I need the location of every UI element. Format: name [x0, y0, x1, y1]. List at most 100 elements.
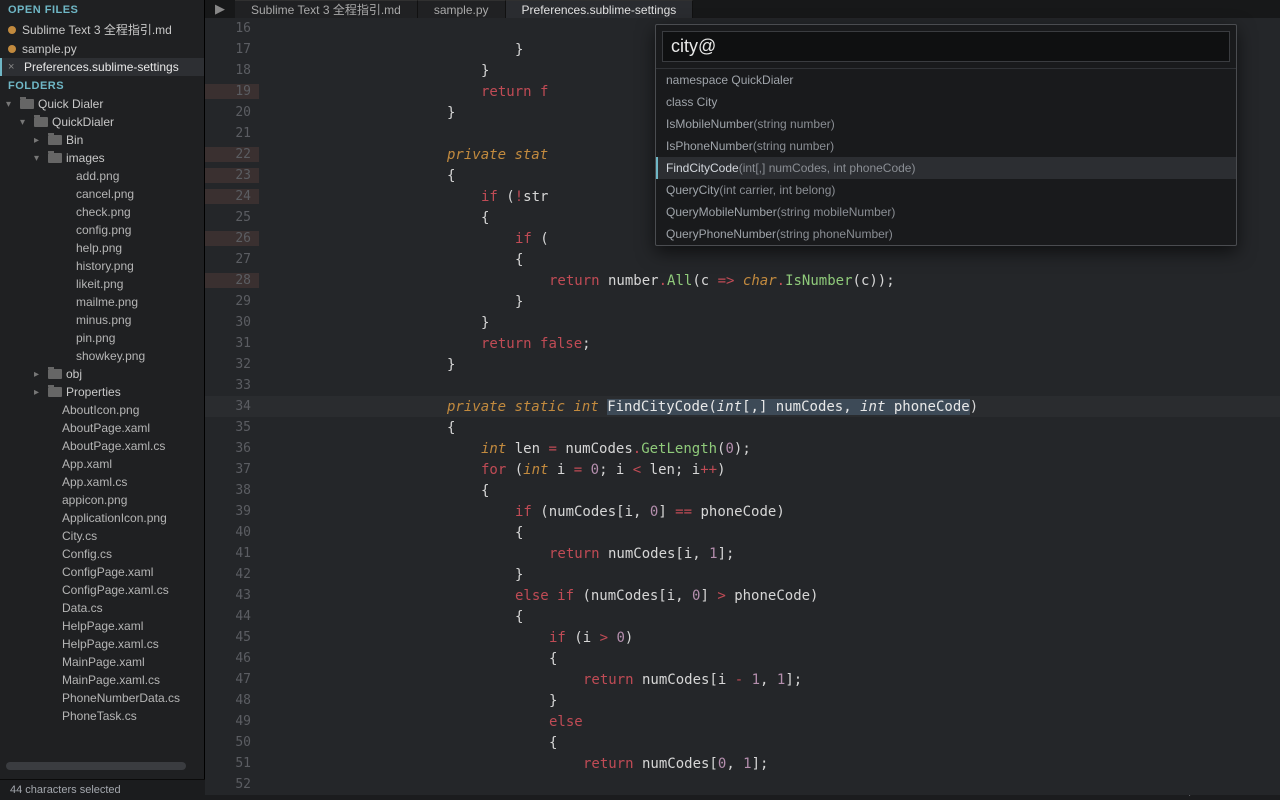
file-item[interactable]: App.xaml.cs	[0, 473, 204, 491]
code-line[interactable]: 45if (i > 0)	[205, 627, 1280, 648]
folder-row[interactable]: ▸ obj	[0, 365, 204, 383]
code-line[interactable]: 44{	[205, 606, 1280, 627]
file-item[interactable]: PhoneTask.cs	[0, 707, 204, 725]
folder-row[interactable]: ▾images	[0, 149, 204, 167]
code-line[interactable]: 52	[205, 774, 1280, 795]
code-line[interactable]: 50{	[205, 732, 1280, 753]
code-line[interactable]: 37for (int i = 0; i < len; i++)	[205, 459, 1280, 480]
file-item[interactable]: Config.cs	[0, 545, 204, 563]
code-line[interactable]: 31return false;	[205, 333, 1280, 354]
goto-item[interactable]: namespace QuickDialer	[656, 69, 1236, 91]
goto-item[interactable]: QueryCity(int carrier, int belong)	[656, 179, 1236, 201]
file-item[interactable]: mailme.png	[0, 293, 204, 311]
chevron-right-icon[interactable]: ▸	[34, 387, 44, 398]
code-line[interactable]: 27{	[205, 249, 1280, 270]
goto-item[interactable]: FindCityCode(int[,] numCodes, int phoneC…	[656, 157, 1236, 179]
code-line[interactable]: 39if (numCodes[i, 0] == phoneCode)	[205, 501, 1280, 522]
chevron-right-icon[interactable]: ▸	[34, 135, 44, 146]
code-line[interactable]: 51return numCodes[0, 1];	[205, 753, 1280, 774]
code-line[interactable]: 47return numCodes[i - 1, 1];	[205, 669, 1280, 690]
dirty-indicator-icon	[8, 45, 16, 53]
file-item[interactable]: HelpPage.xaml	[0, 617, 204, 635]
goto-input[interactable]	[662, 31, 1230, 62]
goto-item[interactable]: IsMobileNumber(string number)	[656, 113, 1236, 135]
code-line[interactable]: 33	[205, 375, 1280, 396]
file-item[interactable]: showkey.png	[0, 347, 204, 365]
tab[interactable]: Sublime Text 3 全程指引.md	[235, 0, 418, 18]
file-item[interactable]: App.xaml	[0, 455, 204, 473]
open-file-item[interactable]: ×Preferences.sublime-settings	[0, 58, 204, 76]
file-item[interactable]: HelpPage.xaml.cs	[0, 635, 204, 653]
file-item[interactable]: add.png	[0, 167, 204, 185]
file-item[interactable]: minus.png	[0, 311, 204, 329]
line-number: 52	[205, 777, 259, 792]
code-line[interactable]: 43else if (numCodes[i, 0] > phoneCode)	[205, 585, 1280, 606]
file-item[interactable]: appicon.png	[0, 491, 204, 509]
file-item[interactable]: Data.cs	[0, 599, 204, 617]
code-text: private static int FindCityCode(int[,] n…	[277, 399, 1280, 415]
goto-item[interactable]: QueryPhoneNumber(string phoneNumber)	[656, 223, 1236, 245]
folder-row[interactable]: ▾Quick Dialer	[0, 95, 204, 113]
file-item[interactable]: AboutPage.xaml	[0, 419, 204, 437]
open-file-item[interactable]: sample.py	[0, 40, 204, 58]
code-line[interactable]: 35{	[205, 417, 1280, 438]
file-item[interactable]: City.cs	[0, 527, 204, 545]
code-text: return numCodes[0, 1];	[277, 756, 1280, 772]
chevron-down-icon[interactable]: ▾	[34, 153, 44, 164]
goto-item[interactable]: QueryMobileNumber(string mobileNumber)	[656, 201, 1236, 223]
code-line[interactable]: 42}	[205, 564, 1280, 585]
file-item[interactable]: history.png	[0, 257, 204, 275]
file-item[interactable]: MainPage.xaml.cs	[0, 671, 204, 689]
code-line[interactable]: 34private static int FindCityCode(int[,]…	[205, 396, 1280, 417]
code-line[interactable]: 29}	[205, 291, 1280, 312]
code-line[interactable]: 38{	[205, 480, 1280, 501]
tab[interactable]: Preferences.sublime-settings	[506, 0, 694, 18]
file-item[interactable]: pin.png	[0, 329, 204, 347]
line-number: 18	[205, 63, 259, 78]
goto-item-label: class City	[666, 95, 717, 109]
code-line[interactable]: 41return numCodes[i, 1];	[205, 543, 1280, 564]
line-number: 25	[205, 210, 259, 225]
line-number: 23	[205, 168, 259, 183]
code-line[interactable]: 46{	[205, 648, 1280, 669]
code-line[interactable]: 28return number.All(c => char.IsNumber(c…	[205, 270, 1280, 291]
code-line[interactable]: 30}	[205, 312, 1280, 333]
open-file-item[interactable]: Sublime Text 3 全程指引.md	[0, 19, 204, 40]
goto-item[interactable]: IsPhoneNumber(string number)	[656, 135, 1236, 157]
file-item[interactable]: PhoneNumberData.cs	[0, 689, 204, 707]
code-text: return false;	[277, 336, 1280, 352]
file-item[interactable]: AboutIcon.png	[0, 401, 204, 419]
code-line[interactable]: 36int len = numCodes.GetLength(0);	[205, 438, 1280, 459]
line-number: 42	[205, 567, 259, 582]
folder-row[interactable]: ▾QuickDialer	[0, 113, 204, 131]
sidebar-scrollbar[interactable]	[6, 762, 186, 770]
code-line[interactable]: 48}	[205, 690, 1280, 711]
close-icon[interactable]: ×	[8, 61, 18, 73]
editor[interactable]: 1617}18}19return f20}2122private stat23{…	[205, 18, 1280, 795]
file-item[interactable]: MainPage.xaml	[0, 653, 204, 671]
code-line[interactable]: 40{	[205, 522, 1280, 543]
chevron-down-icon[interactable]: ▾	[6, 99, 16, 110]
code-text: else	[277, 714, 1280, 730]
goto-item[interactable]: class City	[656, 91, 1236, 113]
code-line[interactable]: 32}	[205, 354, 1280, 375]
code-text: {	[277, 252, 1280, 268]
file-item[interactable]: likeit.png	[0, 275, 204, 293]
file-item[interactable]: check.png	[0, 203, 204, 221]
file-item[interactable]: config.png	[0, 221, 204, 239]
folder-row[interactable]: ▸Bin	[0, 131, 204, 149]
file-item[interactable]: help.png	[0, 239, 204, 257]
code-text: {	[277, 420, 1280, 436]
file-item[interactable]: AboutPage.xaml.cs	[0, 437, 204, 455]
folder-label: obj	[66, 367, 82, 381]
tabs-dropdown-icon[interactable]: ▶	[205, 0, 235, 18]
chevron-right-icon[interactable]: ▸	[34, 369, 44, 380]
tab[interactable]: sample.py	[418, 0, 506, 18]
file-item[interactable]: ConfigPage.xaml.cs	[0, 581, 204, 599]
folder-row[interactable]: ▸Properties	[0, 383, 204, 401]
file-item[interactable]: ApplicationIcon.png	[0, 509, 204, 527]
code-line[interactable]: 49else	[205, 711, 1280, 732]
file-item[interactable]: cancel.png	[0, 185, 204, 203]
file-item[interactable]: ConfigPage.xaml	[0, 563, 204, 581]
chevron-down-icon[interactable]: ▾	[20, 117, 30, 128]
